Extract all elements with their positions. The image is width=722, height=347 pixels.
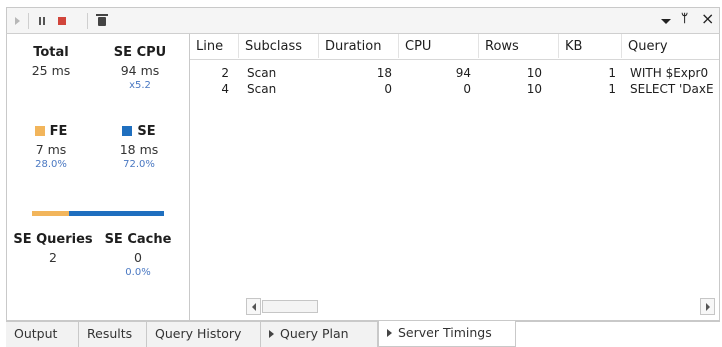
total-metric: Total 25 ms	[21, 45, 81, 78]
tab-query-history[interactable]: Query History	[147, 322, 261, 347]
se-cpu-factor: x5.2	[129, 80, 151, 91]
scrollbar-thumb[interactable]	[262, 300, 318, 313]
grid-header: Line Subclass Duration CPU Rows KB Query	[190, 34, 719, 60]
column-header-subclass[interactable]: Subclass	[239, 34, 319, 58]
se-queries-label: SE Queries	[13, 232, 93, 247]
se-value: 18 ms	[119, 142, 159, 157]
se-cache-metric: SE Cache 0 0.0%	[101, 232, 175, 278]
run-trace-button[interactable]	[11, 12, 23, 30]
toolbar: ᛘ ×	[6, 7, 720, 34]
column-header-rows[interactable]: Rows	[479, 34, 559, 58]
column-header-duration[interactable]: Duration	[319, 34, 399, 58]
total-label: Total	[33, 45, 69, 60]
horizontal-scrollbar[interactable]	[246, 298, 720, 315]
tab-server-timings-label: Server Timings	[398, 325, 492, 340]
se-cpu-metric: SE CPU 94 ms x5.2	[105, 45, 175, 91]
cell-subclass: Scan	[247, 82, 277, 96]
cell-rows: 10	[526, 82, 542, 96]
clear-button[interactable]	[94, 12, 110, 30]
cell-line: 4	[221, 82, 229, 96]
se-cache-percent: 0.0%	[125, 267, 151, 278]
fe-ratio-segment	[32, 211, 69, 216]
column-header-query[interactable]: Query	[622, 34, 719, 58]
cell-duration: 0	[384, 82, 392, 96]
cell-kb: 1	[608, 66, 616, 80]
stop-button[interactable]	[54, 12, 70, 30]
window-menu-button[interactable]	[659, 12, 673, 30]
se-metric: SE 18 ms 72.0%	[109, 124, 169, 170]
output-tabs: Output Results Query History Query Plan …	[6, 321, 720, 347]
se-legend-swatch	[122, 126, 133, 136]
pause-icon	[39, 17, 45, 25]
column-header-cpu[interactable]: CPU	[399, 34, 479, 58]
pin-button[interactable]: ᛘ	[681, 11, 688, 25]
se-cpu-value: 94 ms	[120, 63, 160, 78]
dropdown-icon	[661, 18, 671, 24]
cell-cpu: 0	[463, 82, 471, 96]
pause-button[interactable]	[34, 12, 50, 30]
se-label: SE	[137, 124, 156, 139]
column-header-kb[interactable]: KB	[559, 34, 622, 58]
pin-icon: ᛘ	[681, 11, 689, 25]
cell-cpu: 94	[455, 66, 471, 80]
scroll-left-icon	[251, 302, 256, 311]
tab-query-plan[interactable]: Query Plan	[261, 322, 378, 347]
fe-value: 7 ms	[35, 142, 67, 157]
se-cache-label: SE Cache	[104, 232, 172, 247]
cell-duration: 18	[376, 66, 392, 80]
tab-results-label: Results	[87, 326, 133, 341]
cell-query: SELECT 'DaxE	[630, 82, 714, 96]
close-icon: ×	[701, 9, 715, 28]
column-header-line[interactable]: Line	[190, 34, 239, 58]
cell-kb: 1	[608, 82, 616, 96]
se-queries-metric: SE Queries 2	[11, 232, 95, 265]
total-value: 25 ms	[31, 63, 71, 78]
fe-legend-swatch	[34, 126, 45, 136]
tab-query-history-label: Query History	[155, 326, 242, 341]
se-cpu-label: SE CPU	[113, 45, 167, 60]
se-ratio-segment	[68, 211, 164, 216]
tab-results[interactable]: Results	[79, 322, 147, 347]
tab-output-label: Output	[14, 326, 58, 341]
close-button[interactable]: ×	[701, 9, 714, 28]
se-cache-value: 0	[134, 250, 142, 265]
scroll-right-icon	[705, 302, 710, 311]
table-row[interactable]: 4 Scan 0 0 10 1 SELECT 'DaxE	[190, 81, 719, 97]
trash-icon	[96, 13, 108, 26]
scroll-left-button[interactable]	[246, 298, 261, 315]
se-queries-value: 2	[49, 250, 57, 265]
server-timings-icon	[387, 329, 392, 337]
query-plan-icon	[269, 330, 274, 338]
timings-summary: Total 25 ms SE CPU 94 ms x5.2 FE 7 ms 28…	[6, 34, 190, 321]
stop-icon	[58, 17, 66, 25]
cell-line: 2	[221, 66, 229, 80]
tab-server-timings[interactable]: Server Timings	[378, 321, 516, 347]
se-percent: 72.0%	[123, 159, 155, 170]
fe-se-ratio-bar	[32, 211, 164, 216]
fe-metric: FE 7 ms 28.0%	[21, 124, 81, 170]
tab-output[interactable]: Output	[6, 322, 79, 347]
server-timings-panel: ᛘ × Total 25 ms SE CPU 94 ms x5.2 FE 7 m…	[6, 7, 720, 347]
cell-subclass: Scan	[247, 66, 277, 80]
tab-query-plan-label: Query Plan	[280, 326, 349, 341]
fe-percent: 28.0%	[35, 159, 67, 170]
cell-query: WITH $Expr0	[630, 66, 709, 80]
fe-label: FE	[49, 124, 68, 139]
scroll-right-button[interactable]	[700, 298, 715, 315]
table-row[interactable]: 2 Scan 18 94 10 1 WITH $Expr0	[190, 65, 719, 81]
play-icon	[14, 17, 20, 25]
cell-rows: 10	[526, 66, 542, 80]
timings-grid: Line Subclass Duration CPU Rows KB Query…	[190, 34, 720, 321]
